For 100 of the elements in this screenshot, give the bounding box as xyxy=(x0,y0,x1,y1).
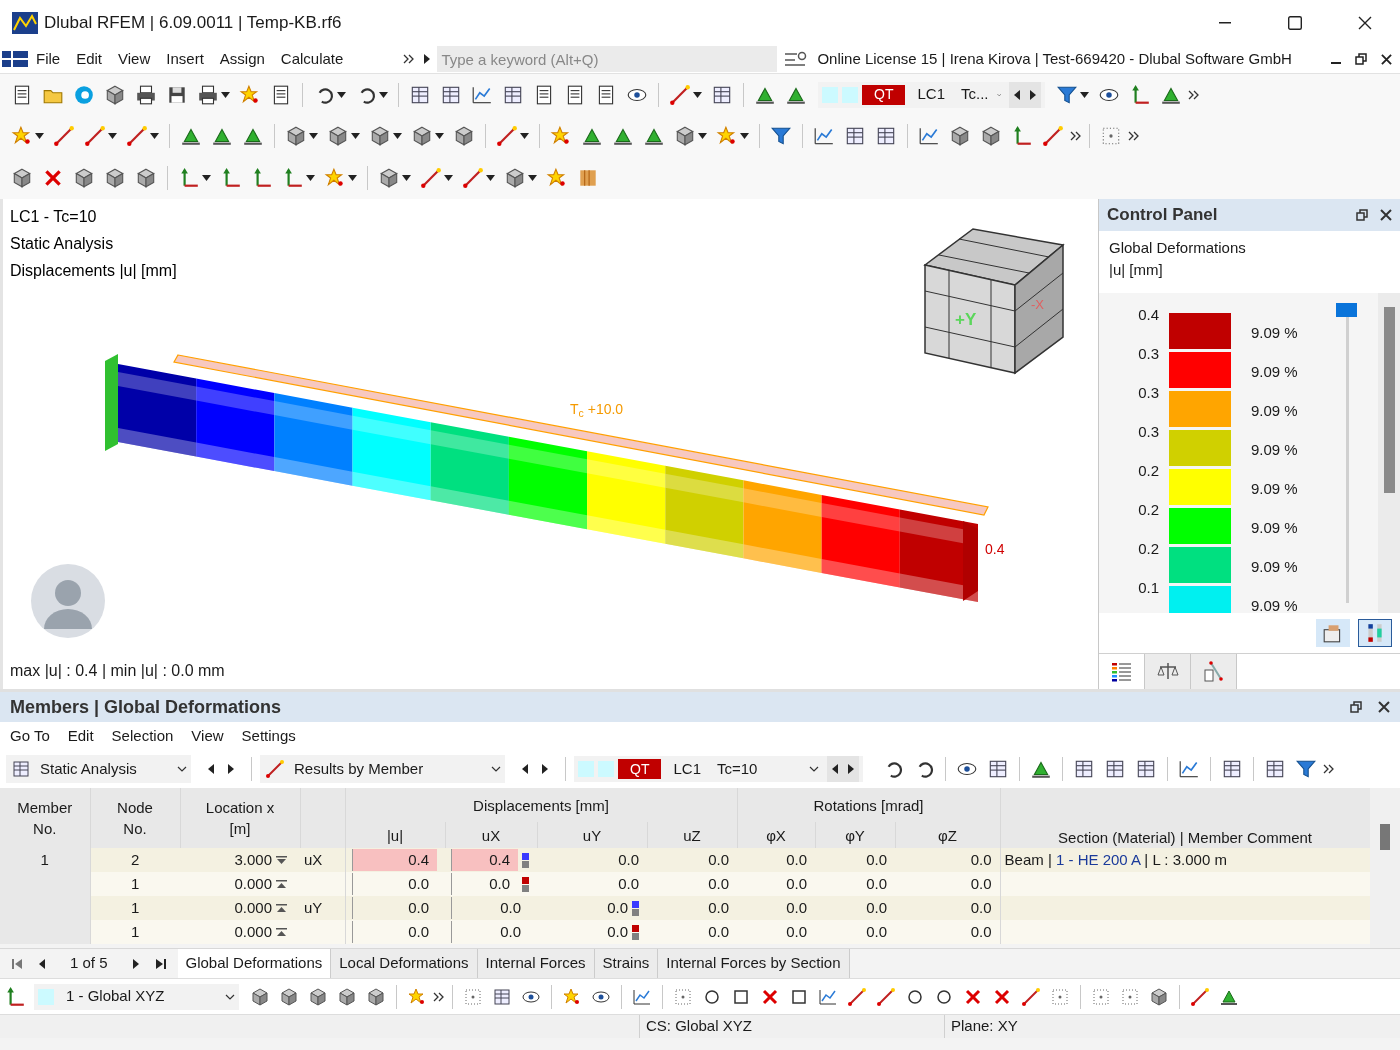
menu-item[interactable]: View xyxy=(191,724,224,748)
graph-icon[interactable] xyxy=(1178,758,1200,780)
menu-item[interactable]: Selection xyxy=(111,724,174,748)
table-icon[interactable] xyxy=(844,125,866,147)
restore-icon[interactable] xyxy=(1350,701,1362,713)
next-icon[interactable] xyxy=(131,958,140,969)
previous-icon[interactable] xyxy=(38,958,46,969)
line-icon[interactable] xyxy=(84,125,106,147)
more-chevrons-icon[interactable] xyxy=(1128,131,1140,141)
line-icon[interactable] xyxy=(1190,986,1210,1007)
scrollbar[interactable] xyxy=(1383,307,1395,493)
restore-icon[interactable] xyxy=(1355,53,1367,65)
section-link[interactable]: 1 - HE 200 A xyxy=(1055,850,1141,868)
cube-icon[interactable] xyxy=(504,167,526,189)
menu-item[interactable]: Edit xyxy=(67,724,94,748)
line-icon[interactable] xyxy=(669,83,691,106)
next-icon[interactable] xyxy=(423,54,432,64)
legend-toggle-button[interactable] xyxy=(1358,619,1392,647)
cube-icon[interactable] xyxy=(1149,986,1169,1007)
table-row[interactable]: 1 2 3.000 uX 0.4 0.4 0.0 0.0 0.0 0.0 0.0 Beam | 1 - HE 200 A | L : 3.000 m xyxy=(0,848,1370,872)
caret-icon[interactable] xyxy=(348,175,357,181)
cube-icon[interactable] xyxy=(135,167,157,189)
close-icon[interactable] xyxy=(1378,701,1390,713)
close-icon[interactable] xyxy=(1380,209,1392,221)
caret-icon[interactable] xyxy=(520,133,529,139)
table-icon[interactable] xyxy=(1221,758,1243,780)
axis-icon[interactable] xyxy=(4,985,26,1008)
caret-icon[interactable] xyxy=(740,133,749,139)
scrollbar[interactable] xyxy=(1380,824,1390,850)
printer-icon[interactable] xyxy=(197,83,219,106)
caret-icon[interactable] xyxy=(351,133,360,139)
caret-icon[interactable] xyxy=(202,175,211,181)
caret-icon[interactable] xyxy=(379,91,388,98)
table-row[interactable]: 1 0.000 uY 0.0 0.0 0.0 0.0 0.0 0.0 0.0 xyxy=(0,896,1370,920)
cube-icon[interactable] xyxy=(104,167,126,189)
caret-icon[interactable] xyxy=(693,91,702,98)
cube-icon[interactable] xyxy=(73,167,95,189)
star-icon[interactable] xyxy=(546,167,568,189)
caret-icon[interactable] xyxy=(528,175,537,181)
printer-icon[interactable] xyxy=(135,83,157,106)
table-icon[interactable] xyxy=(492,986,512,1007)
cube-icon[interactable] xyxy=(104,83,126,106)
axis-icon[interactable] xyxy=(251,167,273,189)
menu-item[interactable]: Insert xyxy=(166,47,204,71)
last-page-icon[interactable] xyxy=(155,958,166,969)
caret-icon[interactable] xyxy=(698,133,707,139)
view-cube-drawing[interactable] xyxy=(923,227,1065,375)
star-icon[interactable] xyxy=(11,125,33,147)
line-icon[interactable] xyxy=(53,125,75,147)
previous-icon[interactable] xyxy=(1013,89,1021,100)
filter-icon[interactable] xyxy=(770,125,792,147)
panel-tab[interactable] xyxy=(1191,654,1237,689)
legend-slider[interactable] xyxy=(1336,303,1358,603)
axis-icon[interactable] xyxy=(282,167,304,189)
previous-icon[interactable] xyxy=(521,764,529,774)
close-icon[interactable] xyxy=(1381,53,1392,65)
caret-icon[interactable] xyxy=(150,133,159,139)
cube-icon[interactable] xyxy=(308,986,328,1007)
caret-icon[interactable] xyxy=(108,133,117,139)
analysis-dropdown[interactable]: Static Analysis xyxy=(6,755,191,783)
grid-icon[interactable] xyxy=(1100,125,1122,147)
cube-icon[interactable] xyxy=(980,125,1002,147)
line-icon[interactable] xyxy=(1042,125,1064,147)
cube-icon[interactable] xyxy=(279,986,299,1007)
more-chevrons-icon[interactable] xyxy=(1070,131,1082,141)
caret-icon[interactable] xyxy=(221,91,230,98)
cube-icon[interactable] xyxy=(453,125,475,147)
next-icon[interactable] xyxy=(541,764,549,774)
table-icon[interactable] xyxy=(1104,758,1126,780)
hatch-icon[interactable] xyxy=(577,167,599,189)
caret-icon[interactable] xyxy=(1080,91,1089,98)
axis-icon[interactable] xyxy=(220,167,242,189)
next-icon[interactable] xyxy=(1029,89,1037,100)
caret-icon[interactable] xyxy=(306,175,315,181)
more-chevrons-icon[interactable] xyxy=(403,54,416,64)
combination-dropdown[interactable]: Tc=10 xyxy=(713,757,823,781)
first-page-icon[interactable] xyxy=(12,958,22,969)
graph-icon[interactable] xyxy=(813,125,835,147)
cube-icon[interactable] xyxy=(949,125,971,147)
cube-icon[interactable] xyxy=(378,167,400,189)
more-chevrons-icon[interactable] xyxy=(1323,764,1335,774)
star-icon[interactable] xyxy=(407,986,427,1007)
previous-icon[interactable] xyxy=(207,764,215,774)
star-icon[interactable] xyxy=(716,125,738,147)
results-tab[interactable]: Internal Forces xyxy=(477,949,595,978)
cube-icon[interactable] xyxy=(337,986,357,1007)
cube-icon[interactable] xyxy=(674,125,696,147)
axis-icon[interactable] xyxy=(178,167,200,189)
next-icon[interactable] xyxy=(227,764,235,774)
filter-icon[interactable] xyxy=(1295,758,1317,780)
caret-icon[interactable] xyxy=(402,175,411,181)
cube-icon[interactable] xyxy=(369,125,391,147)
star-icon[interactable] xyxy=(550,125,572,147)
more-chevrons-icon[interactable] xyxy=(1188,89,1200,100)
menu-item[interactable]: Calculate xyxy=(280,47,344,71)
caret-icon[interactable] xyxy=(486,175,495,181)
menu-item[interactable]: Go To xyxy=(10,724,50,748)
menu-item[interactable]: Assign xyxy=(219,47,265,71)
line-icon[interactable] xyxy=(462,167,484,189)
results-tab[interactable]: Local Deformations xyxy=(331,949,478,978)
